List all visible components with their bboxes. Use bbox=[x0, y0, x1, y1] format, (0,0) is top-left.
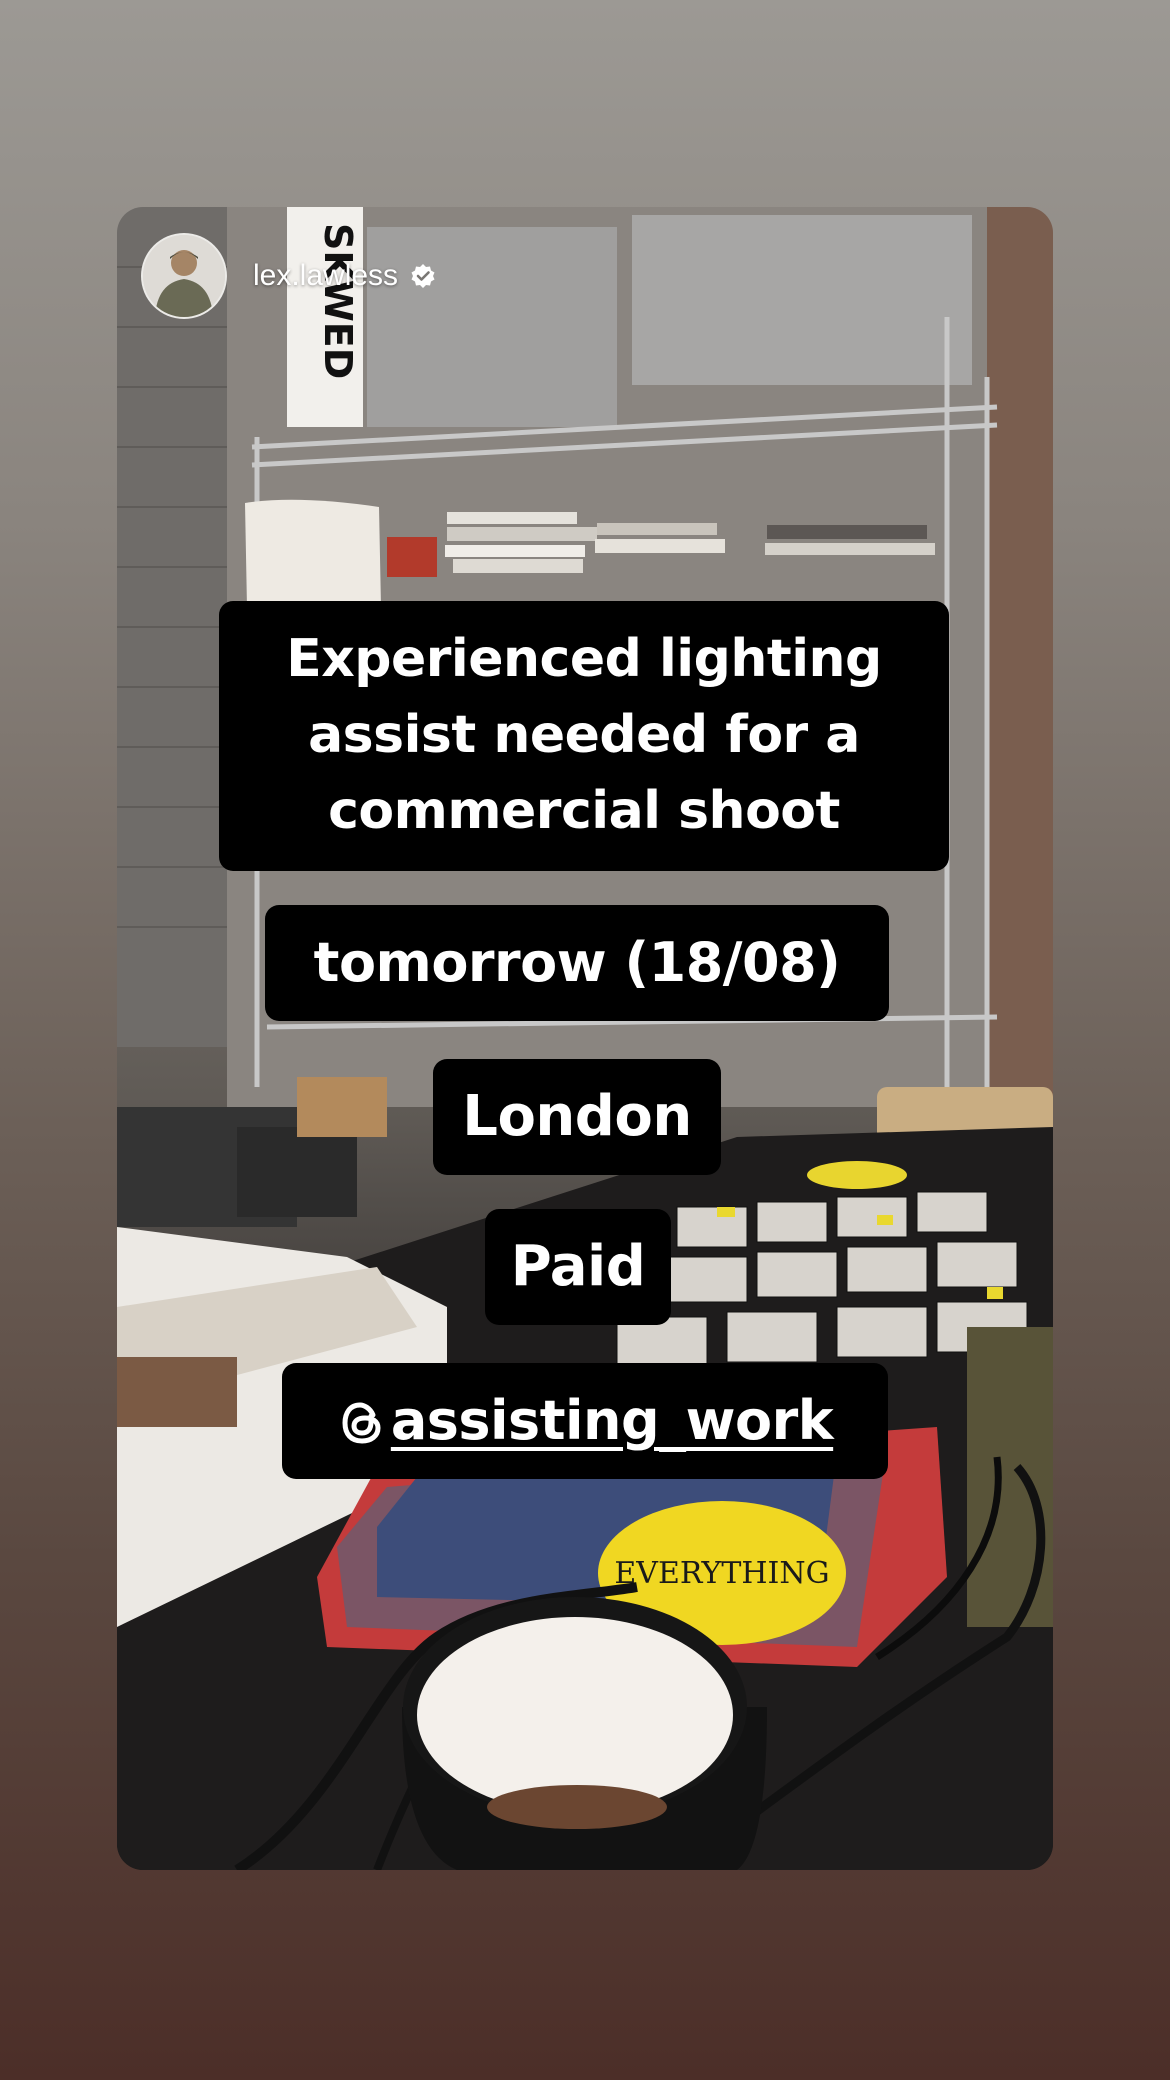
avatar[interactable] bbox=[141, 233, 227, 319]
verified-badge-icon bbox=[411, 264, 435, 288]
story-card[interactable]: SKWED EVERYTHING lex.lawless Experienced… bbox=[117, 207, 1053, 1870]
caption-headline: Experienced lighting assist needed for a… bbox=[219, 601, 949, 871]
caption-date: tomorrow (18/08) bbox=[265, 905, 889, 1021]
caption-line-3: commercial shoot bbox=[328, 781, 840, 841]
caption-line-1: Experienced lighting bbox=[286, 629, 882, 689]
background-photo: SKWED EVERYTHING bbox=[117, 207, 1053, 1870]
mention-handle[interactable]: assisting_work bbox=[391, 1363, 834, 1479]
avatar-photo bbox=[143, 235, 225, 317]
caption-pay: Paid bbox=[485, 1209, 671, 1325]
sticker-lettering: EVERYTHING bbox=[614, 1556, 829, 1591]
caption-city: London bbox=[433, 1059, 721, 1175]
username[interactable]: lex.lawless bbox=[253, 259, 398, 293]
mention-sticker[interactable]: assisting_work bbox=[282, 1363, 888, 1479]
story-header: lex.lawless bbox=[141, 233, 436, 319]
caption-line-2: assist needed for a bbox=[308, 705, 860, 765]
threads-icon bbox=[342, 1402, 381, 1444]
